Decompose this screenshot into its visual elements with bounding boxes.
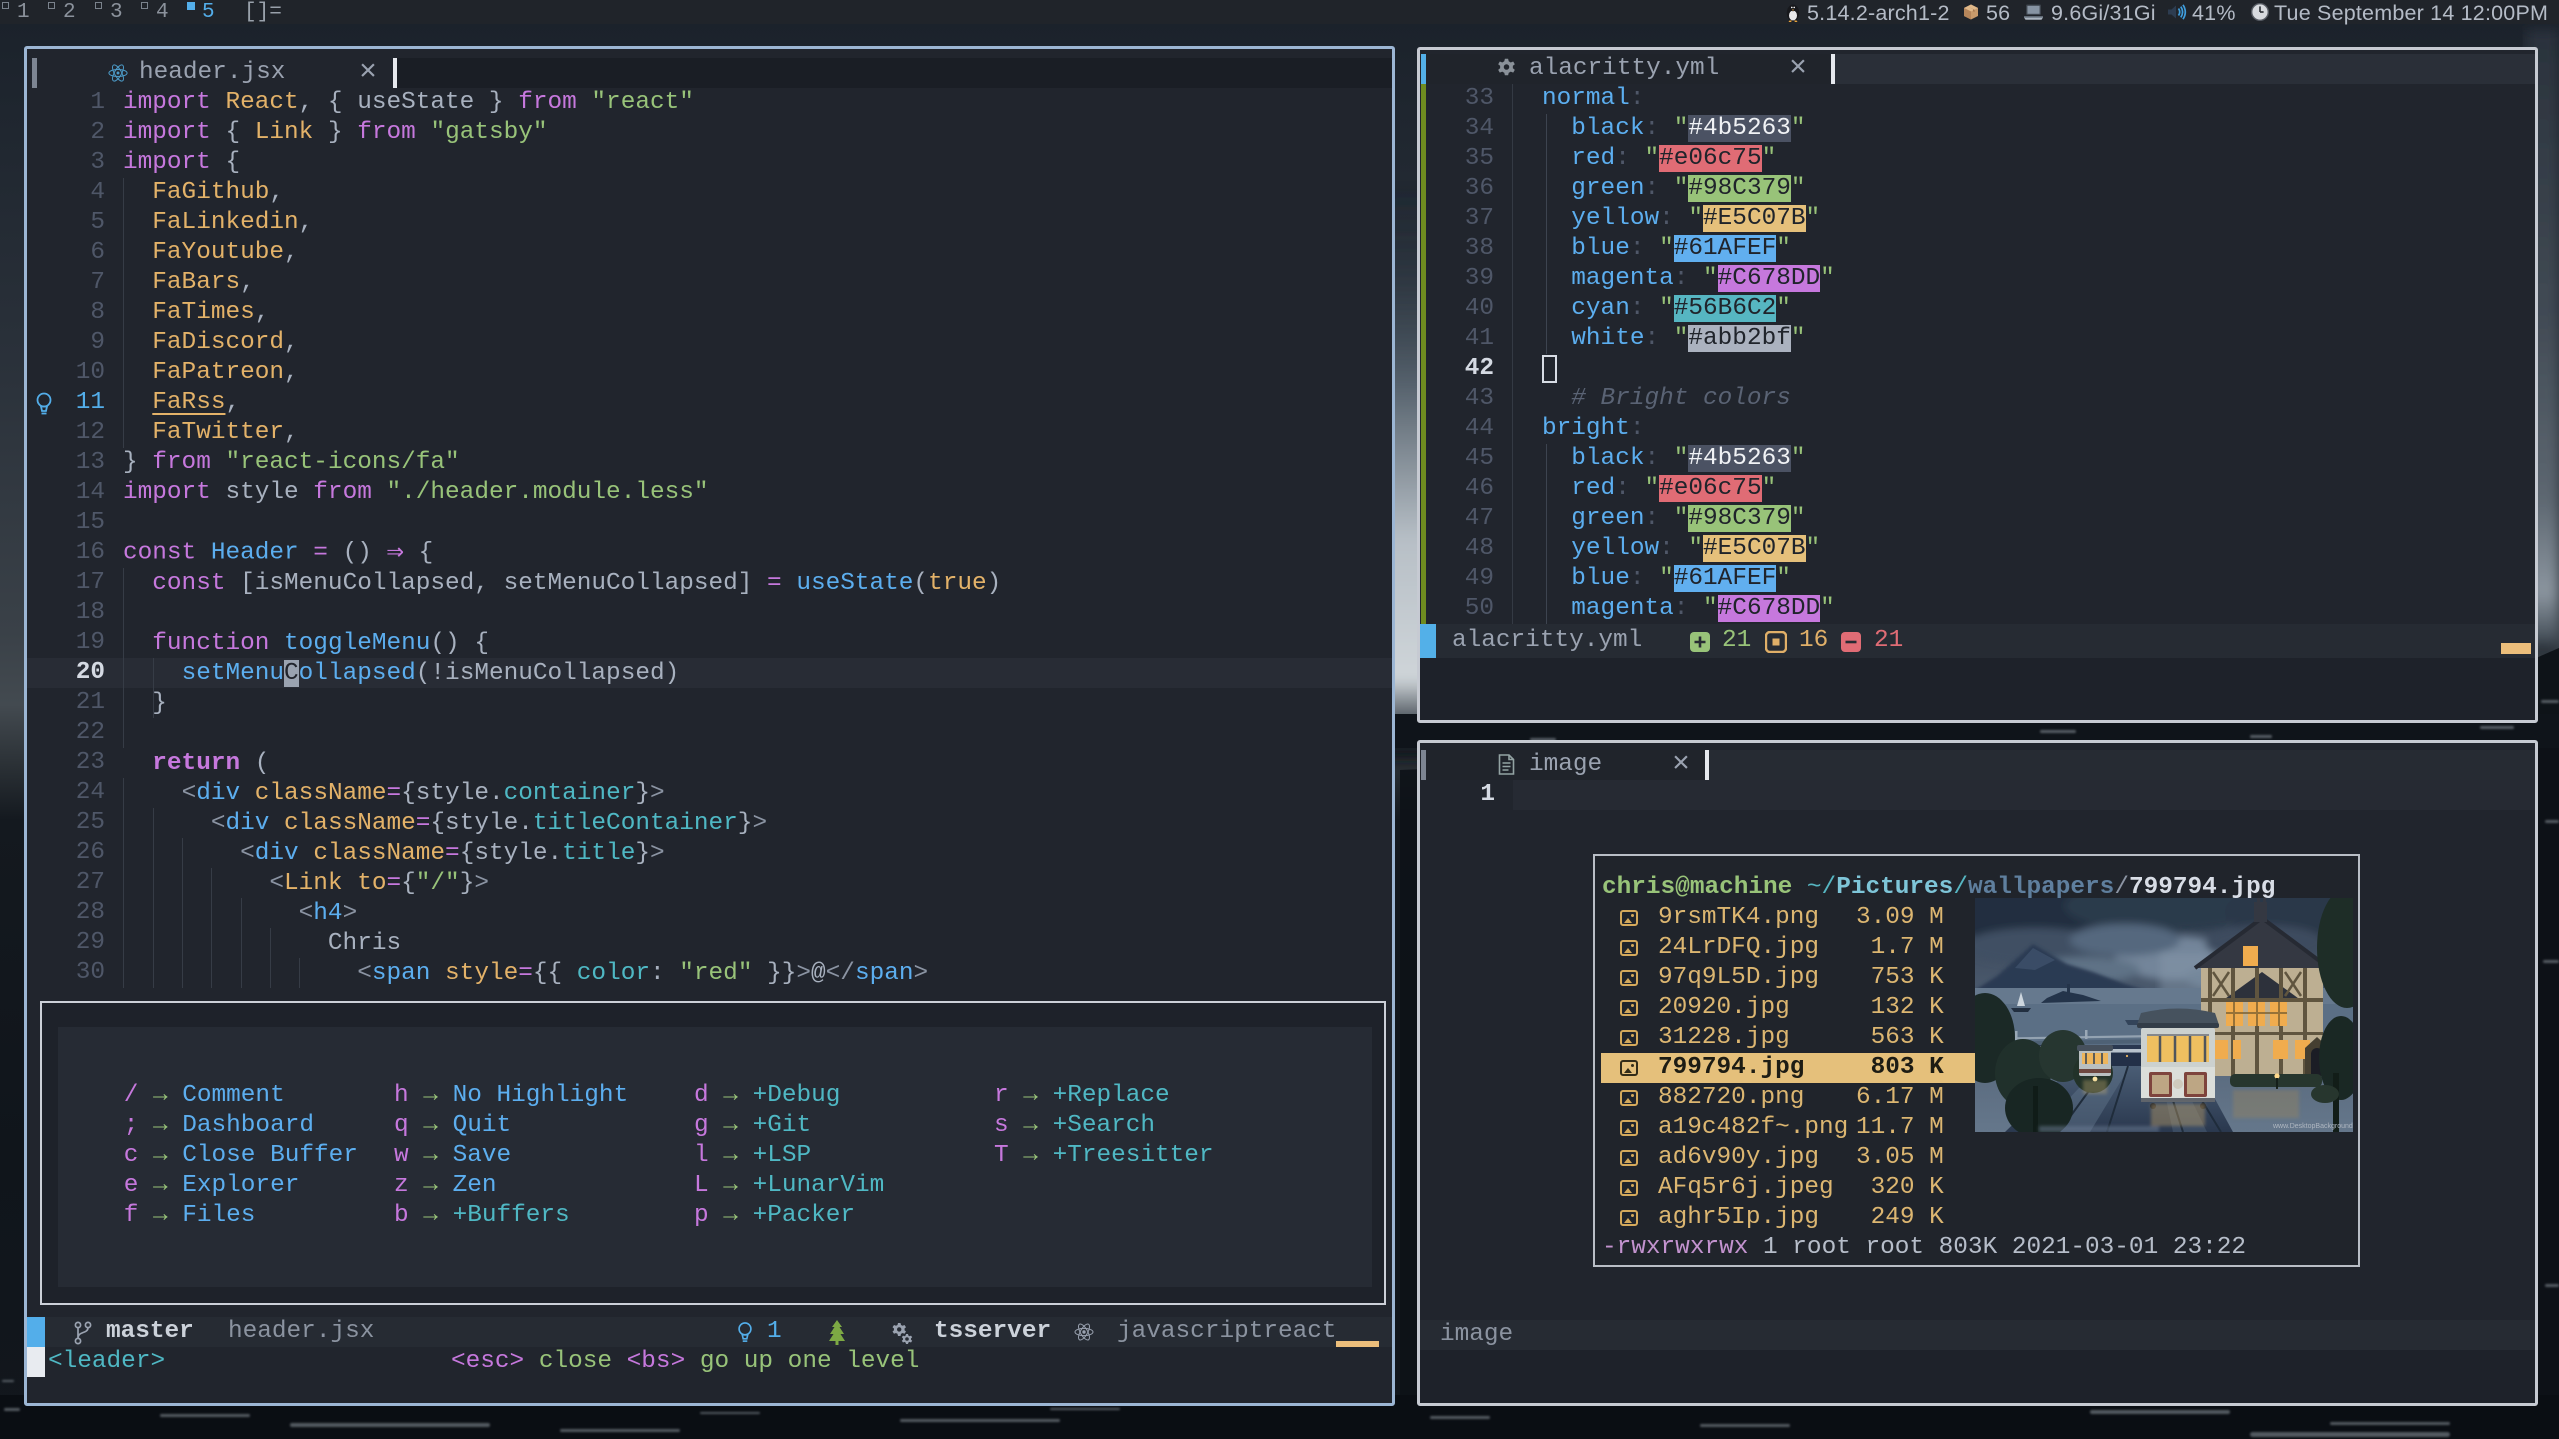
svg-text:www.DesktopBackground.org: www.DesktopBackground.org <box>2272 1123 2353 1130</box>
